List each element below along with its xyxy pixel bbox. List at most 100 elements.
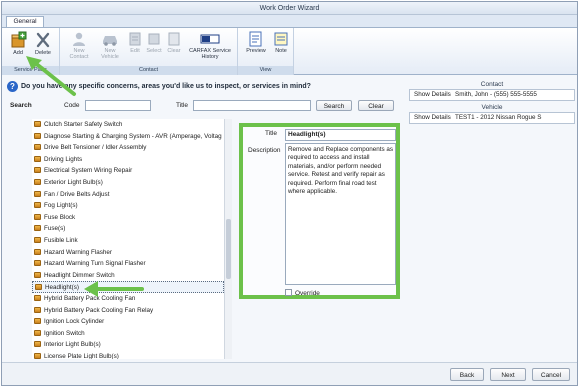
- list-item[interactable]: Fan / Drive Belts Adjust: [32, 189, 224, 201]
- part-detail-panel: Title Headlight(s) Description Remove an…: [239, 123, 400, 299]
- list-item[interactable]: Hybrid Battery Pack Cooling Fan Relay: [32, 305, 224, 317]
- list-item[interactable]: Hazard Warning Flasher: [32, 247, 224, 259]
- service-part-icon: [34, 121, 41, 127]
- service-part-icon: [35, 284, 42, 291]
- scrollbar-thumb[interactable]: [226, 219, 231, 279]
- service-part-icon: [34, 132, 41, 139]
- detail-description-field[interactable]: Remove and Replace components as require…: [285, 143, 396, 285]
- parts-list-scrollbar[interactable]: [224, 119, 232, 359]
- list-item[interactable]: Driving Lights: [32, 154, 224, 166]
- ribbon-group-label: View: [238, 66, 293, 75]
- vehicle-row: Show Details TEST1 - 2012 Nissan Rogue S: [409, 112, 575, 124]
- service-part-icon: [34, 306, 41, 313]
- carfax-label: CARFAX Service History: [189, 48, 231, 60]
- next-button[interactable]: Next: [490, 368, 526, 381]
- vehicle-value: TEST1 - 2012 Nissan Rogue S: [455, 114, 542, 121]
- edit-button[interactable]: Edit: [127, 31, 143, 54]
- clear-button[interactable]: Clear: [358, 100, 394, 111]
- contact-vehicle-panel: Contact Show Details Smith, John - (555)…: [409, 81, 575, 127]
- list-item-label: Exterior Light Bulb(s): [44, 178, 103, 186]
- preview-label: Preview: [246, 48, 266, 54]
- clear-ribbon-button[interactable]: Clear: [165, 31, 183, 54]
- list-item-label: Fusible Link: [44, 236, 78, 244]
- list-item[interactable]: Electrical System Wiring Repair: [32, 165, 224, 177]
- list-item-label: Ignition Switch: [44, 329, 85, 337]
- contact-header: Contact: [480, 81, 504, 88]
- list-item[interactable]: License Plate Light Bulb(s): [32, 351, 224, 359]
- list-item[interactable]: Ignition Lock Cylinder: [32, 316, 224, 328]
- list-item-label: Fuse(s): [44, 225, 66, 233]
- select-button[interactable]: Select: [145, 31, 163, 54]
- list-item[interactable]: Fuse Block: [32, 212, 224, 224]
- carfax-button[interactable]: CARFAX Service History: [186, 31, 234, 60]
- service-part-icon: [34, 352, 41, 359]
- list-item-label: Fan / Drive Belts Adjust: [44, 190, 110, 198]
- car-icon: [103, 36, 117, 46]
- override-label: Override: [295, 290, 320, 297]
- list-item[interactable]: Exterior Light Bulb(s): [32, 177, 224, 189]
- ribbon-tabs: General: [2, 15, 577, 27]
- note-label: Note: [275, 48, 287, 54]
- new-vehicle-label: New Vehicle: [101, 48, 119, 60]
- override-checkbox-box[interactable]: [285, 289, 292, 296]
- code-input[interactable]: [85, 100, 151, 111]
- box-add-icon: [11, 31, 27, 48]
- list-item[interactable]: Clutch Starter Safety Switch: [32, 119, 224, 131]
- title-input[interactable]: [193, 100, 311, 111]
- vehicle-header: Vehicle: [481, 104, 503, 111]
- service-part-icon: [34, 318, 41, 325]
- list-item[interactable]: Fusible Link: [32, 235, 224, 247]
- preview-button[interactable]: Preview: [243, 31, 269, 54]
- list-item[interactable]: Fuse(s): [32, 223, 224, 235]
- list-item[interactable]: Ignition Switch: [32, 328, 224, 340]
- select-icon: [148, 33, 160, 45]
- list-item-label: Diagnose Starting & Charging System - AV…: [44, 132, 222, 140]
- arrow-to-add-icon: [26, 56, 76, 96]
- search-bar: Search Code Title Search Clear: [2, 100, 402, 114]
- question-icon: ?: [7, 81, 18, 92]
- new-vehicle-button[interactable]: New Vehicle: [95, 31, 125, 60]
- list-item[interactable]: Hazard Warning Turn Signal Flasher: [32, 258, 224, 270]
- contact-row: Show Details Smith, John - (555) 555-555…: [409, 89, 575, 101]
- service-part-icon: [34, 213, 41, 220]
- wizard-footer: Back Next Cancel: [2, 362, 577, 385]
- title-label: Title: [176, 102, 189, 109]
- search-button[interactable]: Search: [316, 100, 352, 111]
- list-item[interactable]: Fog Light(s): [32, 200, 224, 212]
- note-button[interactable]: Note: [272, 31, 290, 54]
- ribbon: Add Delete Service Parts New Contact New…: [2, 27, 577, 75]
- clear-ribbon-label: Clear: [167, 48, 181, 54]
- list-item-label: Interior Light Bulb(s): [44, 341, 101, 349]
- note-icon: [274, 32, 288, 46]
- service-part-icon: [34, 260, 41, 267]
- clear-icon: [168, 32, 180, 46]
- override-checkbox[interactable]: Override: [285, 289, 320, 297]
- service-part-icon: [34, 155, 41, 162]
- detail-title-field[interactable]: Headlight(s): [285, 129, 396, 141]
- carfax-icon: [200, 34, 220, 44]
- list-item-label: Hazard Warning Turn Signal Flasher: [44, 260, 146, 268]
- detail-description-label: Description: [248, 147, 281, 154]
- back-button[interactable]: Back: [450, 368, 484, 381]
- list-item-label: Hybrid Battery Pack Cooling Fan Relay: [44, 306, 154, 314]
- service-part-icon: [34, 341, 41, 348]
- list-item-label: Ignition Lock Cylinder: [44, 318, 105, 326]
- x-delete-icon: [36, 32, 50, 48]
- list-item[interactable]: Diagnose Starting & Charging System - AV…: [32, 131, 224, 143]
- cancel-button[interactable]: Cancel: [532, 368, 570, 381]
- list-item[interactable]: Drive Belt Tensioner / Idler Assembly: [32, 142, 224, 154]
- list-item-label: Driving Lights: [44, 155, 83, 163]
- service-part-icon: [34, 202, 41, 209]
- contact-show-details[interactable]: Show Details: [414, 90, 451, 100]
- service-part-icon: [34, 144, 41, 151]
- service-parts-list: Clutch Starter Safety Switch Diagnose Sta…: [32, 119, 224, 359]
- vehicle-show-details[interactable]: Show Details: [414, 113, 451, 123]
- edit-icon: [129, 32, 141, 46]
- edit-label: Edit: [130, 48, 140, 54]
- list-item-label: License Plate Light Bulb(s): [44, 352, 119, 359]
- list-item-label: Electrical System Wiring Repair: [44, 167, 133, 175]
- service-part-icon: [34, 294, 41, 301]
- list-item-label: Headlight(s): [45, 284, 79, 292]
- list-item[interactable]: Interior Light Bulb(s): [32, 339, 224, 351]
- tab-general[interactable]: General: [6, 16, 44, 27]
